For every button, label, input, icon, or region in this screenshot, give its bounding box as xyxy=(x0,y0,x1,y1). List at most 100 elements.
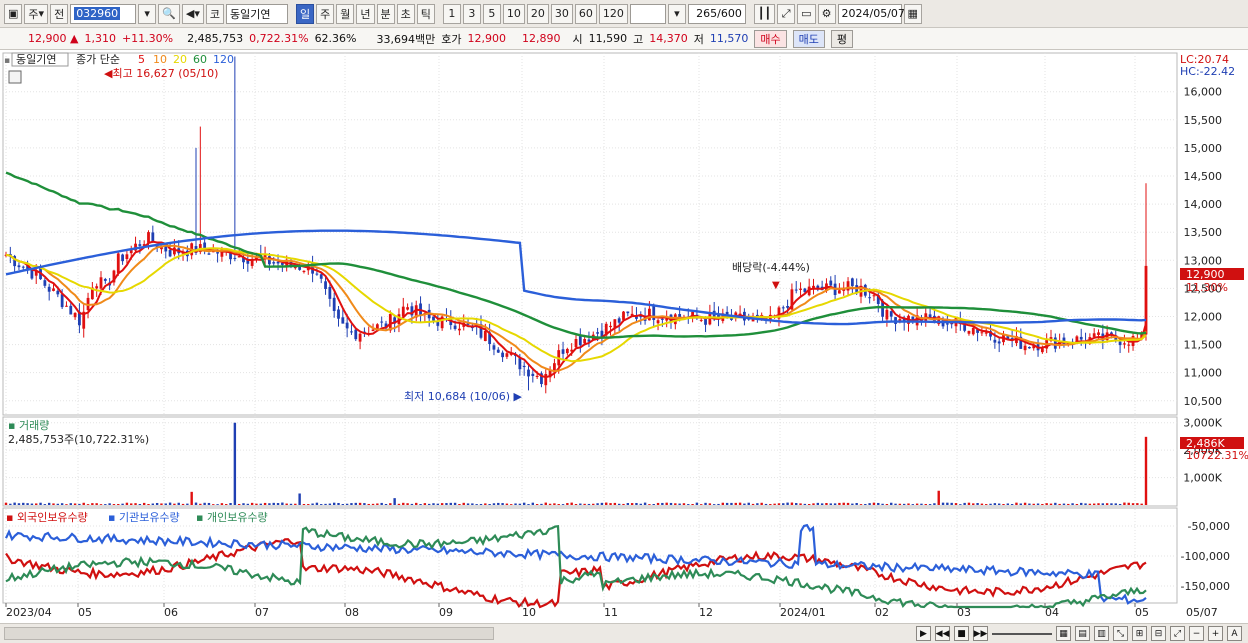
dividend-annotation: 배당락(-4.44%) xyxy=(732,261,810,274)
ma-legend-20: 20 xyxy=(173,53,187,66)
x-tick-label: 11 xyxy=(604,606,618,619)
volume-bar xyxy=(907,503,910,505)
zoom-out-icon[interactable]: − xyxy=(1189,626,1204,641)
volume-bar xyxy=(725,502,729,505)
chart-area[interactable]: 16,000 15,500 15,000 14,500 14,000 13,500 13,0… xyxy=(0,50,1248,623)
volume-bar xyxy=(199,503,202,505)
volume-bar xyxy=(190,491,193,505)
candle-body xyxy=(501,352,504,358)
interval-custom-input[interactable] xyxy=(629,3,666,24)
forward-icon[interactable]: ▶▶ xyxy=(973,626,988,641)
stock-name: 동일기연 xyxy=(230,7,271,21)
speaker-icon[interactable]: ◀▾ xyxy=(181,3,204,24)
tool-icon-6[interactable]: ⊟ xyxy=(1151,626,1166,641)
volume-bar xyxy=(596,503,599,505)
candle-body xyxy=(125,254,129,260)
candle-body xyxy=(1053,337,1057,349)
stock-name-field[interactable]: 동일기연 xyxy=(226,3,288,24)
save-icon[interactable]: ▭ xyxy=(797,3,816,24)
volume-panel-frame xyxy=(2,416,1178,507)
candle-body xyxy=(65,305,68,307)
zoom-slider[interactable] xyxy=(992,632,1052,635)
interval-20[interactable]: 20 xyxy=(526,3,549,24)
interval-30[interactable]: 30 xyxy=(550,3,573,24)
prev-button[interactable]: 전 xyxy=(50,3,69,24)
volume-bar xyxy=(43,504,47,505)
draw-tool-icon[interactable]: ⤢ xyxy=(777,3,796,24)
candle-body xyxy=(786,306,789,308)
volume-bar xyxy=(328,503,332,505)
volume-bar xyxy=(864,503,867,505)
period-month[interactable]: 월 xyxy=(336,3,355,24)
volume-bar xyxy=(1097,503,1100,505)
market-select[interactable]: 주 ▾ xyxy=(24,3,49,24)
candle-body xyxy=(609,325,612,328)
volume-bar xyxy=(484,503,487,505)
sell-button[interactable]: 매도 xyxy=(792,29,825,48)
interval-5[interactable]: 5 xyxy=(482,3,501,24)
volume-bar xyxy=(1092,503,1096,505)
volume-bar xyxy=(898,503,902,505)
interval-120[interactable]: 120 xyxy=(598,3,628,24)
holding-y-tick: -50,000 xyxy=(1188,520,1230,533)
period-tick[interactable]: 틱 xyxy=(416,3,435,24)
interval-60[interactable]: 60 xyxy=(574,3,597,24)
zoom-in-icon[interactable]: + xyxy=(1208,626,1223,641)
volume-bar xyxy=(1105,503,1109,505)
volume-bar xyxy=(164,503,167,505)
volume-bar xyxy=(112,504,116,505)
price-y-tick: 13,000 xyxy=(1184,254,1223,267)
code-input[interactable]: 032960 xyxy=(70,3,137,24)
rewind-icon[interactable]: ◀◀ xyxy=(935,626,950,641)
code-dropdown[interactable]: ▾ xyxy=(138,3,157,24)
font-size-icon[interactable]: A xyxy=(1227,626,1242,641)
tool-icon-5[interactable]: ⊞ xyxy=(1132,626,1147,641)
count-input[interactable]: 265/600 xyxy=(687,3,746,24)
volume-bar xyxy=(1062,503,1066,505)
price-chart-svg[interactable]: 16,000 15,500 15,000 14,500 14,000 13,500 13,0… xyxy=(0,50,1248,623)
turnover-pct: 62.36% xyxy=(314,32,357,45)
interval-3[interactable]: 3 xyxy=(462,3,481,24)
volume-bar xyxy=(402,502,405,505)
scroll-right-icon[interactable]: ▶ xyxy=(916,626,931,641)
period-minute[interactable]: 분 xyxy=(376,3,395,24)
date-input[interactable]: 2024/05/07 xyxy=(837,3,905,24)
type-button[interactable]: 코 xyxy=(205,3,224,24)
volume-bar xyxy=(963,502,966,505)
volume-bar xyxy=(397,503,401,505)
volume-bar xyxy=(592,503,595,505)
calendar-icon[interactable]: ▦ xyxy=(903,3,922,24)
tool-icon-4[interactable]: ⤡ xyxy=(1113,626,1128,641)
stop-icon[interactable]: ■ xyxy=(954,626,969,641)
candle-body xyxy=(868,297,872,299)
volume-bar xyxy=(959,504,962,505)
interval-dropdown[interactable]: ▾ xyxy=(667,3,686,24)
chart-scrollbar[interactable] xyxy=(4,627,494,640)
tool-icon-7[interactable]: ⤢ xyxy=(1170,626,1185,641)
volume-bar xyxy=(950,502,953,505)
period-second[interactable]: 초 xyxy=(396,3,415,24)
gear-icon[interactable]: ⚙ xyxy=(817,3,836,24)
open-price: 11,590 xyxy=(588,32,628,45)
period-year[interactable]: 년 xyxy=(356,3,375,24)
search-icon[interactable]: 🔍 xyxy=(158,3,180,24)
tool-icon-2[interactable]: ▤ xyxy=(1075,626,1090,641)
price-y-tick: 13,500 xyxy=(1184,226,1223,239)
tool-icon-1[interactable]: ▦ xyxy=(1056,626,1071,641)
eval-button[interactable]: 평 xyxy=(830,29,853,48)
candle-icon[interactable]: ┃┃ xyxy=(753,3,776,24)
volume-bar xyxy=(630,503,634,505)
period-week[interactable]: 주 xyxy=(316,3,335,24)
layout-icon[interactable]: ▣ xyxy=(4,3,23,24)
interval-1[interactable]: 1 xyxy=(442,3,461,24)
table-toggle-icon[interactable] xyxy=(8,70,22,84)
volume-bar xyxy=(894,503,897,505)
volume-bar xyxy=(795,503,798,505)
volume-bar xyxy=(307,504,310,505)
buy-button[interactable]: 매수 xyxy=(754,29,787,48)
volume-bar xyxy=(1058,503,1061,505)
period-day[interactable]: 일 xyxy=(296,3,315,24)
tool-icon-3[interactable]: ▥ xyxy=(1094,626,1109,641)
interval-10[interactable]: 10 xyxy=(502,3,525,24)
candle-body xyxy=(99,277,103,289)
